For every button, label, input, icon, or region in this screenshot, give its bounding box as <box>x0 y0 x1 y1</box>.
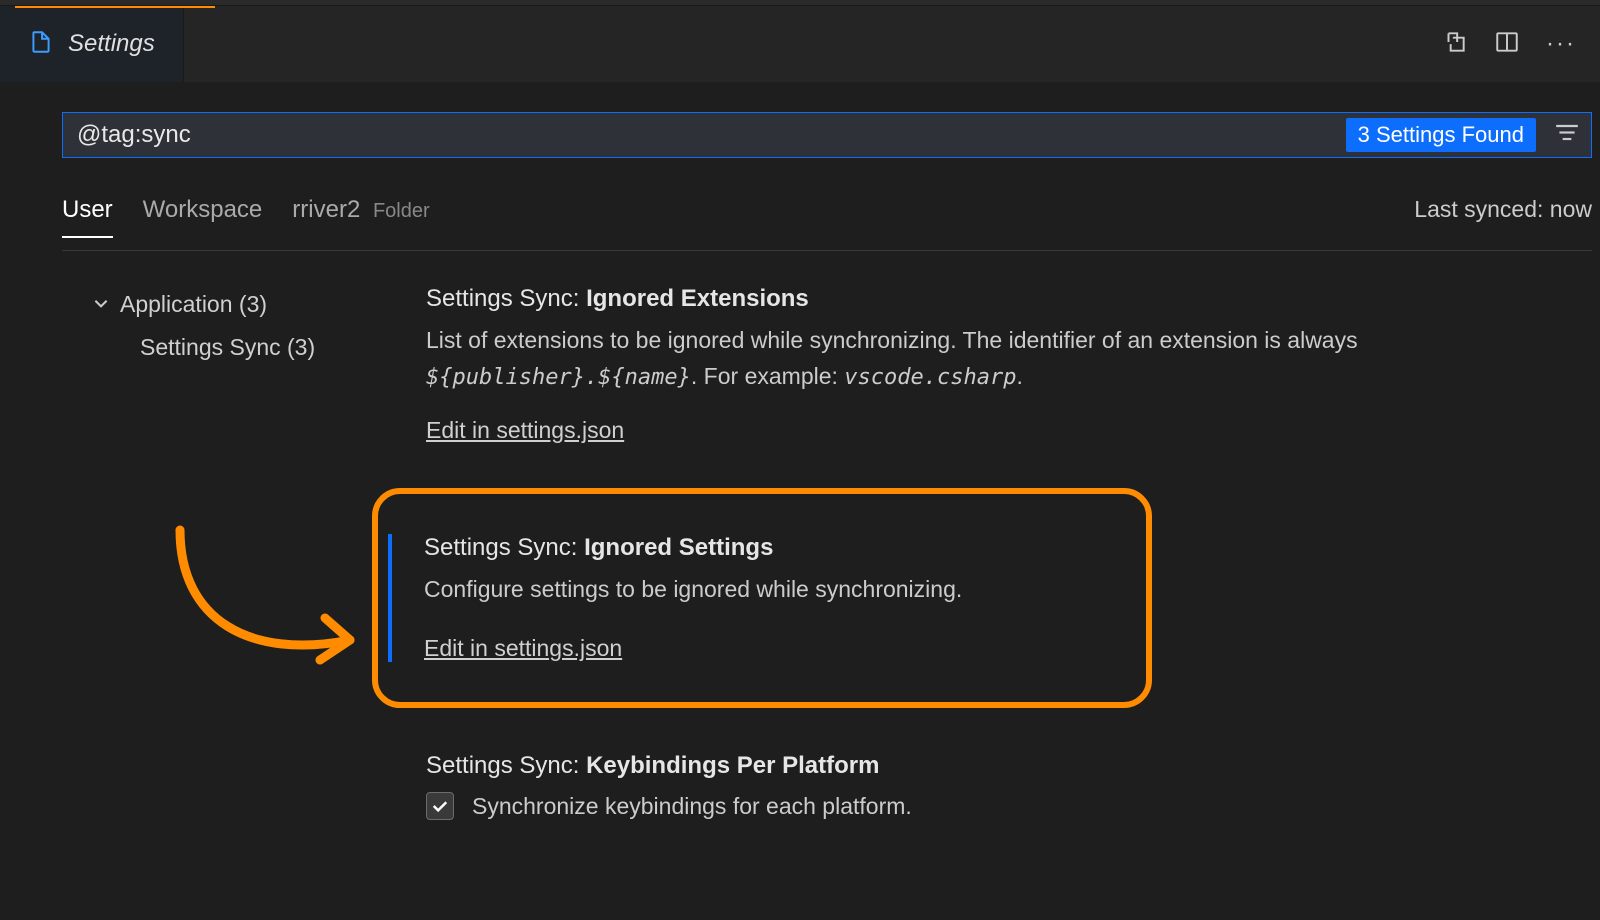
open-external-icon[interactable] <box>1442 29 1468 60</box>
setting-keybindings-per-platform: Settings Sync: Keybindings Per Platform … <box>412 752 1560 820</box>
edit-in-settings-json-link[interactable]: Edit in settings.json <box>426 417 624 444</box>
edit-in-settings-json-link[interactable]: Edit in settings.json <box>424 635 622 662</box>
tab-top-indicator <box>15 6 215 8</box>
highlight-annotation: Settings Sync: Ignored Settings Configur… <box>372 488 1152 709</box>
setting-ignored-extensions: Settings Sync: Ignored Extensions List o… <box>412 285 1560 444</box>
scope-workspace-tab[interactable]: Workspace <box>143 196 263 236</box>
chevron-down-icon <box>92 291 110 318</box>
more-actions-icon[interactable]: ··· <box>1546 30 1576 58</box>
setting-description: Configure settings to be ignored while s… <box>424 572 1116 608</box>
tab-bar: Settings ··· <box>0 6 1600 82</box>
tab-label: Settings <box>68 30 155 58</box>
setting-description: List of extensions to be ignored while s… <box>426 323 1560 395</box>
results-count-badge: 3 Settings Found <box>1346 118 1536 152</box>
tab-settings[interactable]: Settings <box>0 6 184 82</box>
setting-ignored-settings: Settings Sync: Ignored Settings Configur… <box>388 534 1116 663</box>
scope-tabs: User Workspace rriver2 Folder Last synce… <box>62 196 1592 251</box>
setting-title: Settings Sync: Ignored Extensions <box>426 285 1560 313</box>
checkbox-label: Synchronize keybindings for each platfor… <box>472 793 912 820</box>
split-editor-icon[interactable] <box>1494 29 1520 60</box>
tree-item-application[interactable]: Application (3) <box>92 285 412 324</box>
file-icon <box>28 29 54 60</box>
setting-title: Settings Sync: Ignored Settings <box>424 534 1116 562</box>
settings-tree: Application (3) Settings Sync (3) <box>62 285 412 864</box>
filter-icon[interactable] <box>1554 123 1580 148</box>
scope-folder-tab[interactable]: rriver2 Folder <box>292 196 429 236</box>
tree-item-settings-sync[interactable]: Settings Sync (3) <box>92 328 412 367</box>
setting-title: Settings Sync: Keybindings Per Platform <box>426 752 1560 780</box>
keybindings-checkbox[interactable] <box>426 792 454 820</box>
last-synced-label: Last synced: now <box>1414 196 1592 223</box>
scope-user-tab[interactable]: User <box>62 196 113 238</box>
